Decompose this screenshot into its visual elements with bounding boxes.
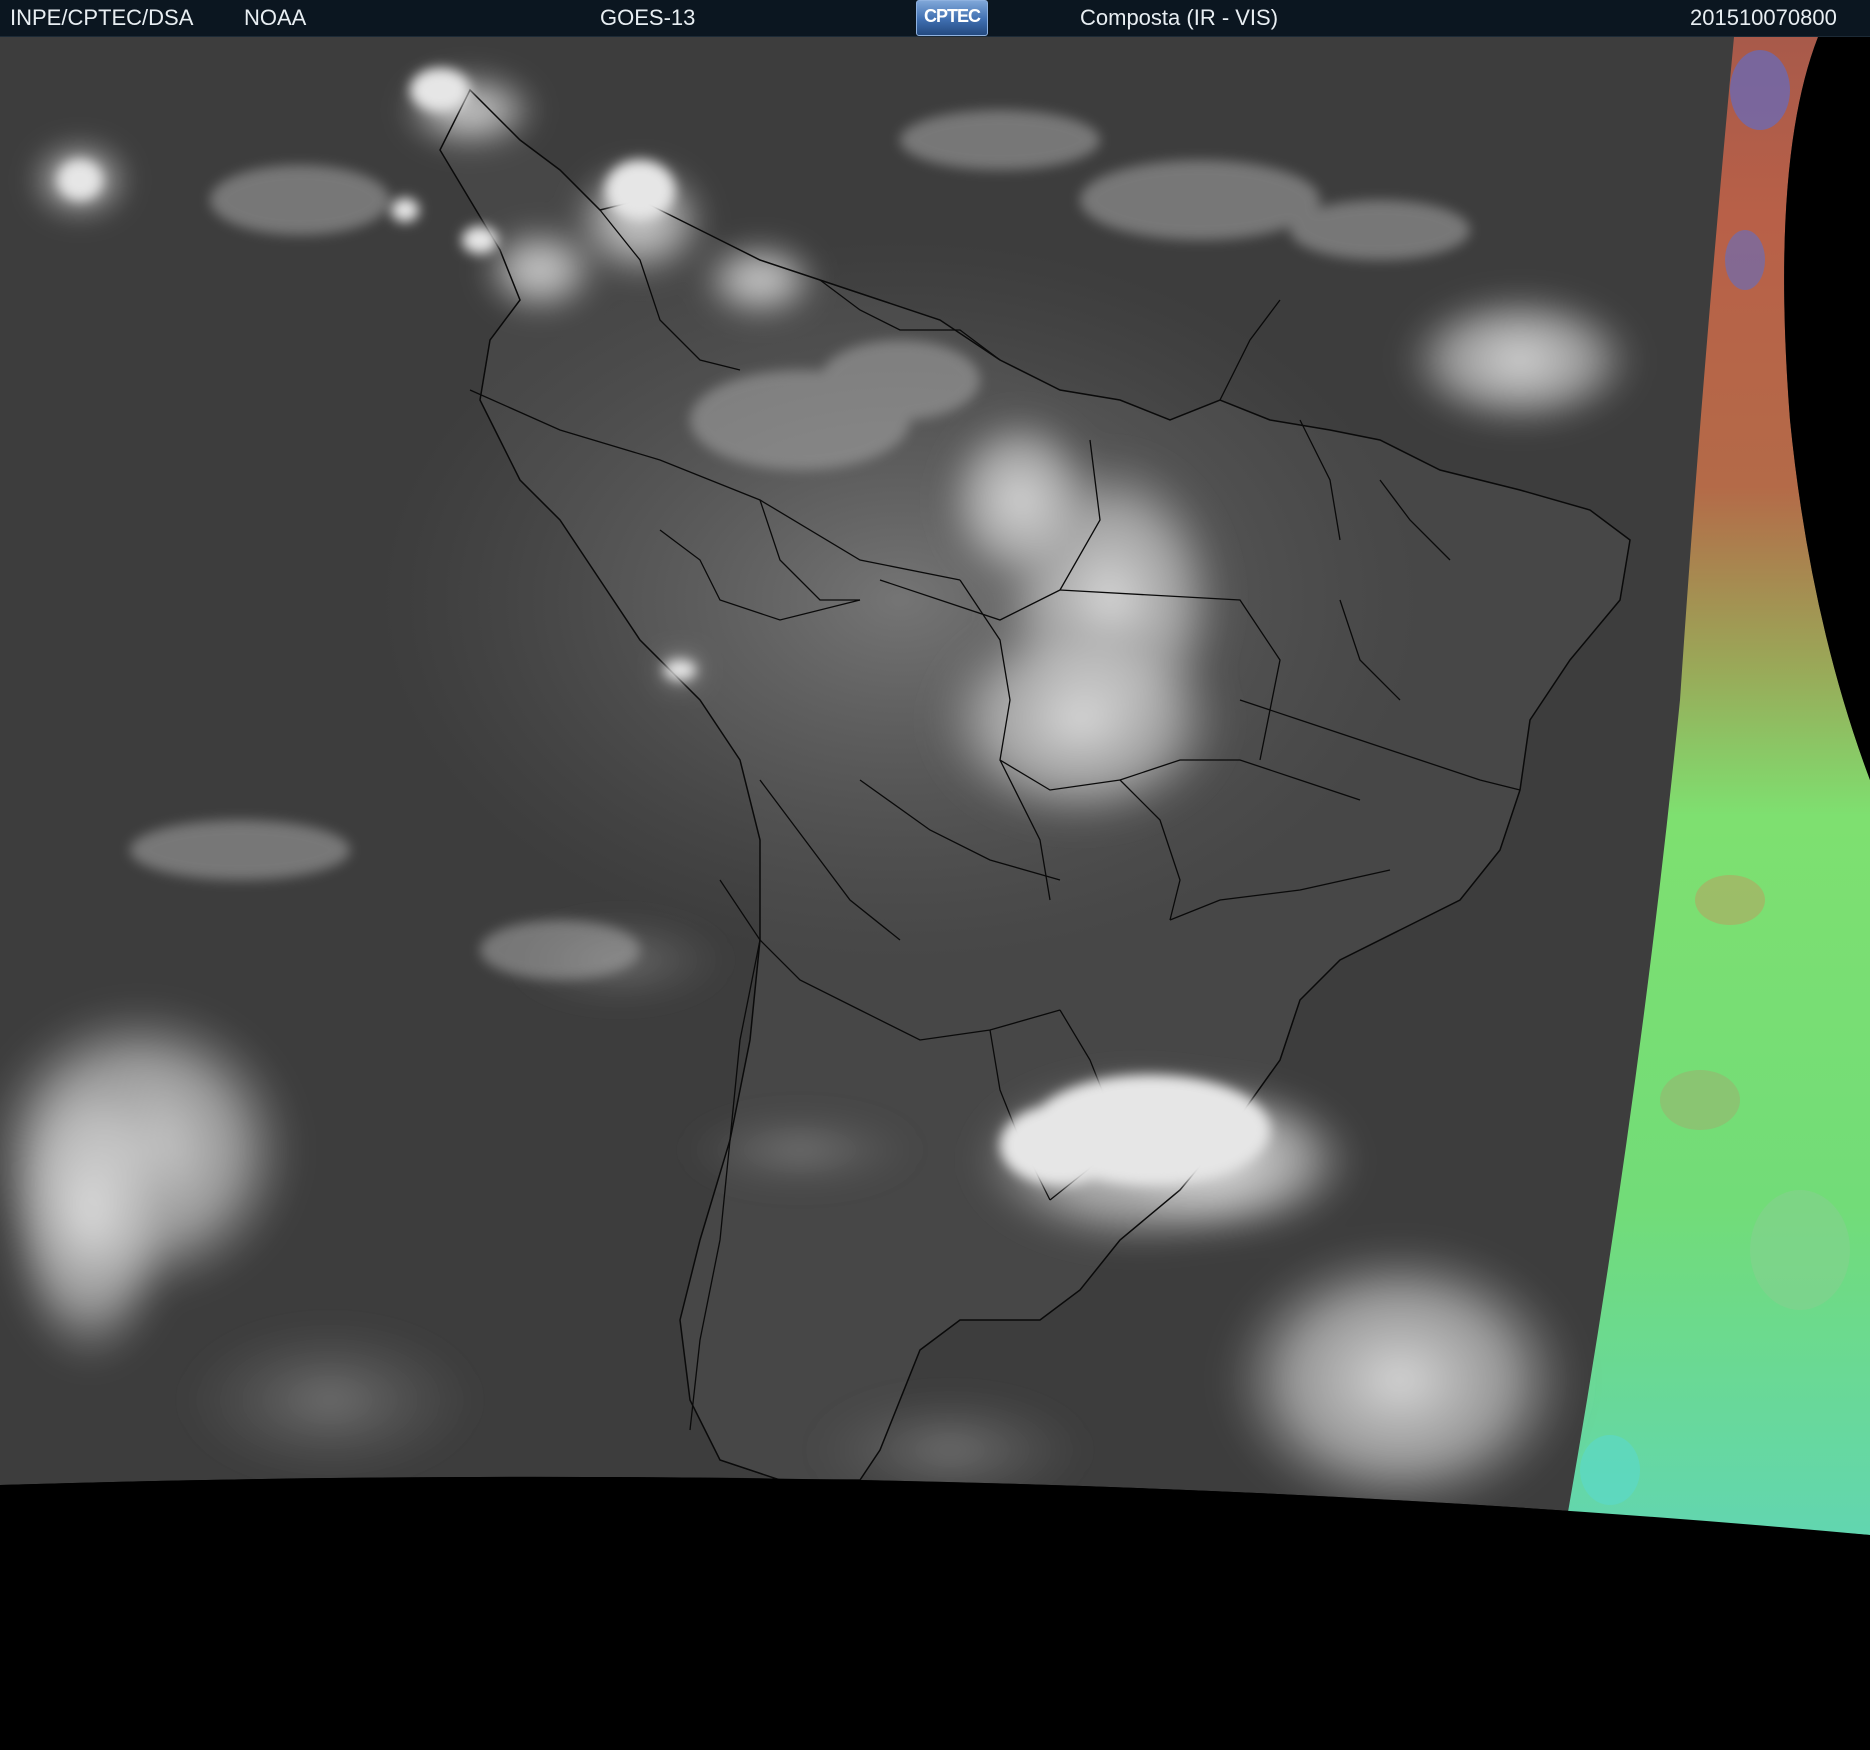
header-bar: INPE/CPTEC/DSA NOAA GOES-13 CPTEC Compos… [0,0,1870,37]
timestamp-label: 201510070800 [1690,5,1837,30]
space-bottom [0,1476,1870,1750]
source-label: NOAA [244,5,307,30]
satellite-image-viewer: INPE/CPTEC/DSA NOAA GOES-13 CPTEC Compos… [0,0,1870,1750]
satellite-map [0,37,1870,1750]
logo-text: CPTEC [923,6,981,26]
cptec-logo: CPTEC [916,0,988,36]
satellite-label: GOES-13 [600,5,696,30]
product-label: Composta (IR - VIS) [1080,5,1279,30]
agency-label: INPE/CPTEC/DSA [10,5,194,30]
